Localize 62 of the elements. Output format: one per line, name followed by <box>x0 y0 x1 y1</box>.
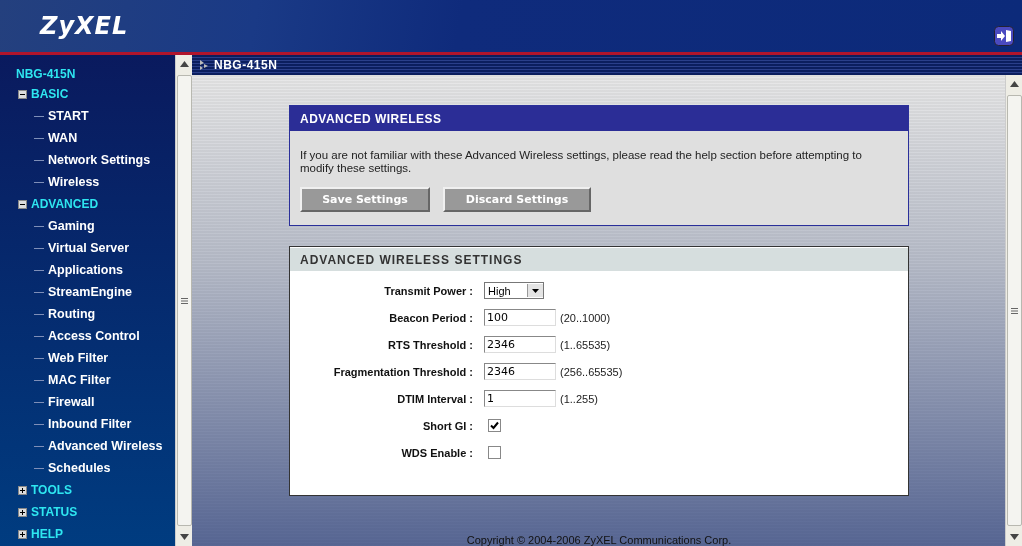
menu-item[interactable]: Web Filter <box>48 351 109 365</box>
scroll-up-icon[interactable] <box>1009 81 1019 87</box>
input-field[interactable]: 2346 <box>484 336 556 354</box>
logo: ZyXEL <box>40 12 129 40</box>
menu-item[interactable]: Gaming <box>48 219 95 233</box>
menu-item[interactable]: Schedules <box>48 461 111 475</box>
menu-item[interactable]: WAN <box>48 131 78 145</box>
range-hint: (256..65535) <box>560 365 623 378</box>
scroll-up-icon[interactable] <box>179 61 189 67</box>
arrow-icon <box>200 60 208 70</box>
field-label: Fragmentation Threshold : <box>332 365 474 378</box>
range-hint: (20..1000) <box>560 311 611 324</box>
expand-icon[interactable] <box>18 485 27 495</box>
range-hint: (1..65535) <box>560 338 611 351</box>
menu-item[interactable]: Virtual Server <box>48 241 130 255</box>
menu-group[interactable]: ADVANCED <box>31 197 99 211</box>
caret-icon <box>532 288 539 293</box>
field-label: WDS Enable : <box>400 446 474 459</box>
collapse-icon[interactable] <box>18 199 27 209</box>
checkbox[interactable] <box>488 446 501 460</box>
menu-item[interactable]: Applications <box>48 263 123 277</box>
menu-group[interactable]: STATUS <box>31 505 78 519</box>
intro-text: If you are not familiar with these Advanced Wireless settings, please read the help section before attempting to modify these settings. <box>299 148 863 175</box>
menu-item[interactable]: Network Settings <box>48 153 151 167</box>
expand-icon[interactable] <box>18 529 27 539</box>
menu-group[interactable]: TOOLS <box>31 483 73 497</box>
section-title: ADVANCED WIRELESS SETTINGS <box>290 248 908 272</box>
menu-item[interactable]: MAC Filter <box>48 373 111 387</box>
input-field[interactable]: 100 <box>484 309 556 327</box>
scroll-down-icon[interactable] <box>1009 534 1019 540</box>
field-label: Transmit Power : <box>383 284 474 297</box>
menu-item[interactable]: StreamEngine <box>48 285 133 299</box>
collapse-icon[interactable] <box>18 89 27 99</box>
copyright-text: Copyright © 2004-2006 ZyXEL Communications Corp. <box>465 534 733 546</box>
menu-group[interactable]: HELP <box>31 527 63 541</box>
grip-icon <box>1010 307 1018 314</box>
field-label: Short GI : <box>421 419 474 432</box>
logout-icon[interactable] <box>994 26 1014 46</box>
panel-title: ADVANCED WIRELESS <box>290 106 908 131</box>
scrollbar[interactable] <box>1005 75 1022 546</box>
scrollbar[interactable] <box>175 55 192 546</box>
input-field[interactable]: 2346 <box>484 363 556 381</box>
field-label: RTS Threshold : <box>387 338 474 351</box>
menu-item[interactable]: Firewall <box>48 395 95 409</box>
menu-item[interactable]: Routing <box>48 307 96 321</box>
field-label: DTIM Interval : <box>396 392 474 405</box>
menu-item[interactable]: Access Control <box>48 329 140 343</box>
grip-icon <box>180 297 188 304</box>
expand-icon[interactable] <box>18 507 27 517</box>
menu-item[interactable]: Wireless <box>48 175 100 189</box>
input-field[interactable]: 1 <box>484 390 556 408</box>
menu-item[interactable]: Inbound Filter <box>48 417 132 431</box>
field-label: Beacon Period : <box>388 311 474 324</box>
scroll-down-icon[interactable] <box>179 534 189 540</box>
transmit-power-dropdown[interactable]: High <box>484 282 544 300</box>
menu-group[interactable]: BASIC <box>31 87 69 101</box>
menu-item[interactable]: Advanced Wireless <box>48 439 163 453</box>
checkbox[interactable] <box>488 419 501 433</box>
range-hint: (1..255) <box>560 392 598 405</box>
device-name[interactable]: NBG-415N <box>0 67 175 83</box>
menu-item[interactable]: START <box>48 109 89 123</box>
breadcrumb: NBG-415N <box>214 58 278 72</box>
